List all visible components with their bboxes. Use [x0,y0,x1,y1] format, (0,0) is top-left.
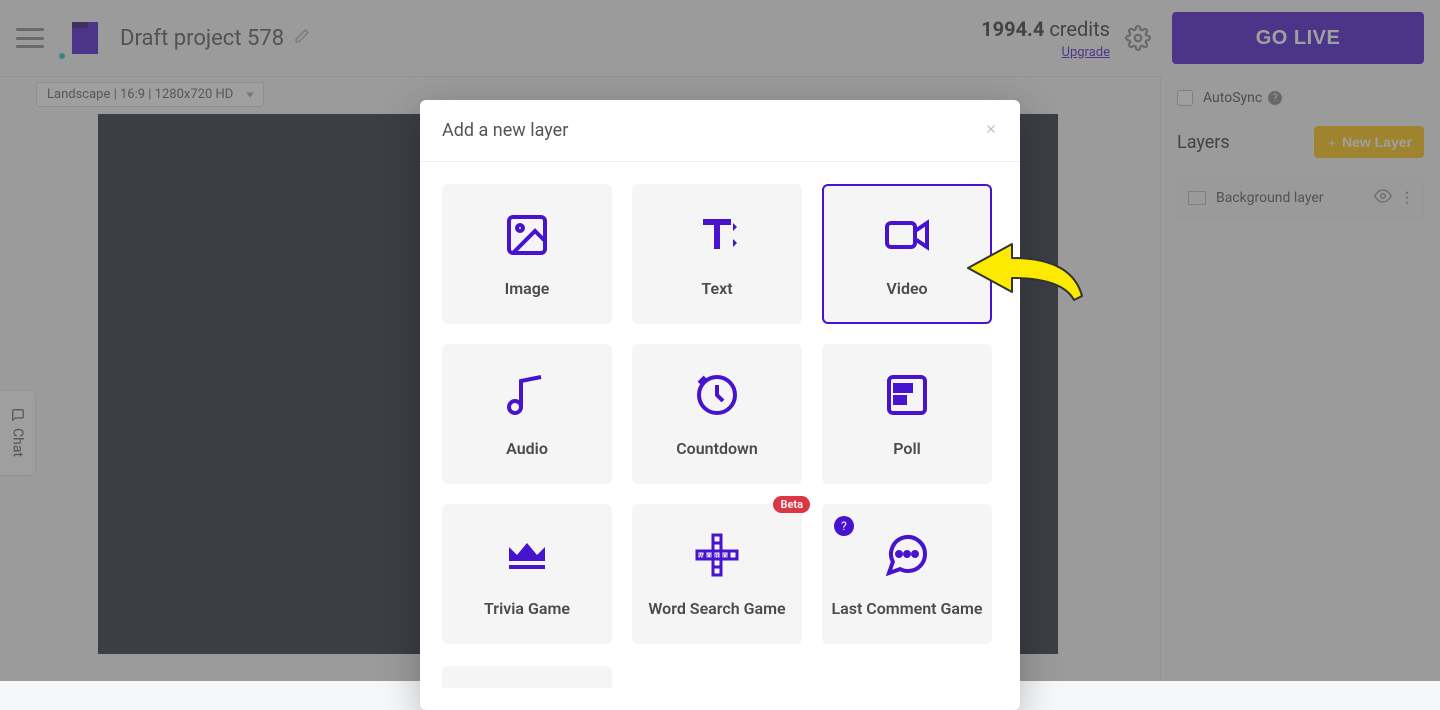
layer-option-label: Audio [506,439,548,458]
svg-text:W: W [699,553,705,560]
add-layer-modal: Add a new layer Image Text Video [420,100,1020,710]
comment-icon [883,531,931,579]
word-search-icon: W O R D [693,531,741,579]
video-icon [883,211,931,259]
countdown-icon [693,371,741,419]
layer-option-label: Trivia Game [484,599,570,618]
layer-option-label: Countdown [676,439,758,458]
layer-option-partial[interactable] [442,666,612,688]
layer-option-image[interactable]: Image [442,184,612,324]
layer-option-last-comment[interactable]: ? Last Comment Game [822,504,992,644]
layer-option-text[interactable]: Text [632,184,802,324]
poll-icon [883,371,931,419]
layer-option-countdown[interactable]: Countdown [632,344,802,484]
modal-close-icon[interactable] [984,121,998,140]
layer-option-label: Text [701,279,732,298]
audio-icon [503,371,551,419]
layer-option-label: Video [886,279,927,298]
layer-option-trivia[interactable]: Trivia Game [442,504,612,644]
crown-icon [503,531,551,579]
svg-text:D: D [723,553,727,560]
layer-option-word-search[interactable]: Beta W O R D Word Search Game [632,504,802,644]
modal-title: Add a new layer [442,120,568,141]
svg-text:O: O [707,553,711,560]
layer-option-label: Word Search Game [648,599,785,618]
text-icon [693,211,741,259]
layer-option-poll[interactable]: Poll [822,344,992,484]
help-badge[interactable]: ? [834,516,854,536]
beta-badge: Beta [773,496,810,513]
layer-option-video[interactable]: Video [822,184,992,324]
svg-text:R: R [715,553,719,560]
image-icon [503,211,551,259]
layer-option-audio[interactable]: Audio [442,344,612,484]
layer-option-label: Last Comment Game [831,599,982,618]
layer-option-label: Image [505,279,550,298]
layer-option-label: Poll [893,439,921,458]
